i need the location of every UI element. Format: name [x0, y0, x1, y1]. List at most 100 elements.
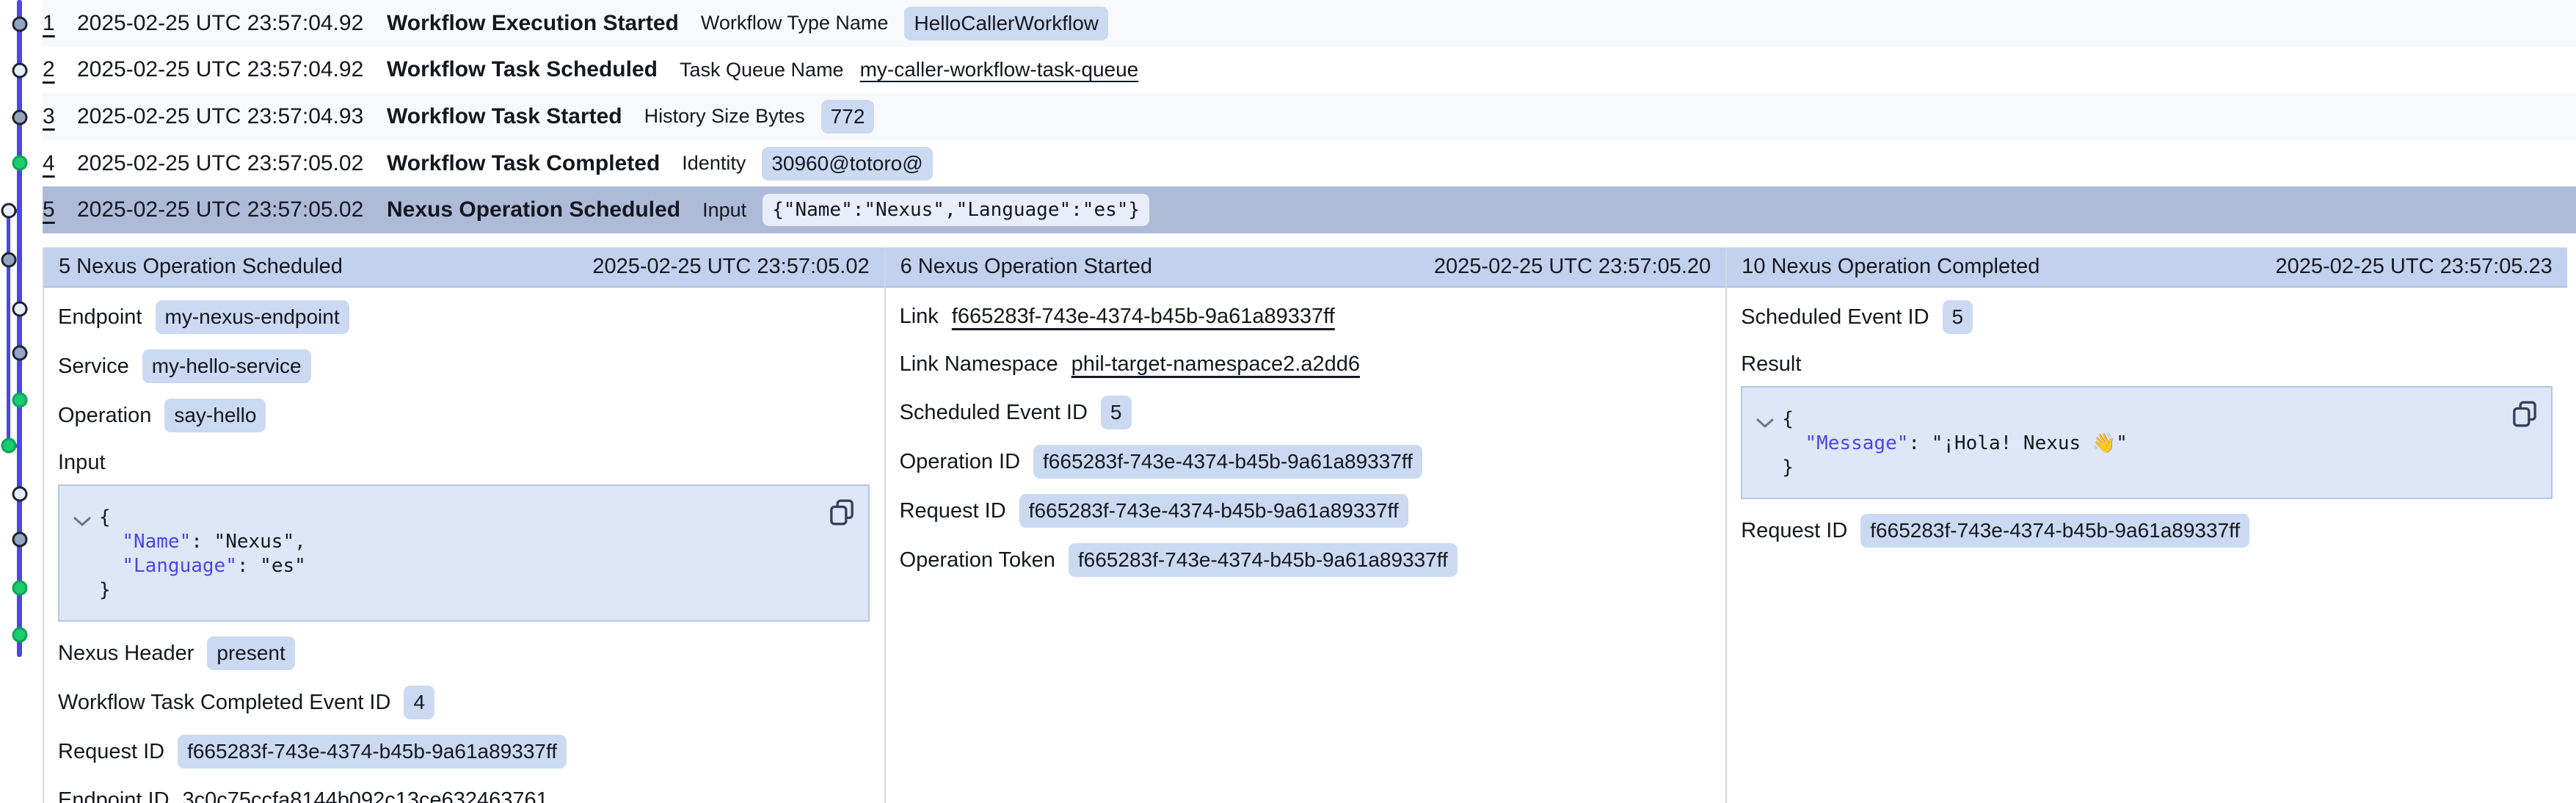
timeline-marker-completed: [12, 581, 27, 596]
panel-field-row: Request IDf665283f-743e-4374-b45b-9a61a8…: [900, 494, 1711, 528]
timeline-marker-started: [1, 252, 16, 268]
panel-title: 5 Nexus Operation Scheduled: [59, 255, 343, 279]
collapse-chevron-icon[interactable]: [73, 515, 92, 528]
event-history-table: 1 2025-02-25 UTC 23:57:04.92 Workflow Ex…: [0, 0, 2576, 233]
field-value-badge: 4: [404, 686, 434, 719]
event-name: Workflow Task Scheduled: [387, 57, 658, 82]
panel-field-input: Input { "Name": "Nexus", "Language": "es…: [58, 448, 870, 622]
event-id-link[interactable]: 1: [43, 11, 77, 36]
event-detail-panel: 10 Nexus Operation Completed 2025-02-25 …: [1725, 247, 2567, 803]
event-row[interactable]: 4 2025-02-25 UTC 23:57:05.02 Workflow Ta…: [0, 140, 2576, 187]
event-id-link[interactable]: 2: [43, 57, 77, 82]
event-timestamp: 2025-02-25 UTC 23:57:05.02: [77, 197, 387, 222]
panel-field-row: Endpointmy-nexus-endpoint: [58, 300, 870, 334]
panel-header: 6 Nexus Operation Started 2025-02-25 UTC…: [886, 247, 1726, 288]
field-label: Operation Token: [900, 548, 1055, 573]
event-attribute-label: History Size Bytes: [644, 105, 805, 128]
copy-icon[interactable]: [827, 498, 856, 527]
timeline-branch-line: [7, 211, 10, 447]
field-value-badge: my-hello-service: [142, 349, 311, 383]
field-value-badge: 5: [1101, 396, 1132, 429]
timeline-marker-completed: [1, 438, 16, 454]
copy-icon[interactable]: [2510, 399, 2539, 429]
event-id-link[interactable]: 5: [43, 197, 77, 222]
event-row[interactable]: 2 2025-02-25 UTC 23:57:04.92 Workflow Ta…: [0, 47, 2576, 94]
event-row-selected[interactable]: 5 2025-02-25 UTC 23:57:05.02 Nexus Opera…: [0, 186, 2576, 233]
panel-field-row: Operation Token f665283f-743e-4374-b45b-9…: [900, 543, 1711, 577]
json-content: { "Message": "¡Hola! Nexus 👋"}: [1782, 407, 2507, 480]
event-row[interactable]: 3 2025-02-25 UTC 23:57:04.93 Workflow Ta…: [0, 93, 2576, 140]
event-attribute-value-badge: 772: [821, 100, 875, 134]
field-value-badge: f665283f-743e-4374-b45b-9a61a89337ff: [1069, 543, 1458, 577]
field-value-badge: f665283f-743e-4374-b45b-9a61a89337ff: [1019, 494, 1408, 528]
event-name: Workflow Execution Started: [387, 11, 679, 36]
field-value-badge: present: [207, 636, 294, 670]
panel-field-row: Endpoint ID3c0c75ccfa8144b092c13ce632463…: [58, 784, 870, 803]
event-id-link[interactable]: 4: [43, 151, 77, 176]
field-label: Request ID: [1741, 519, 1847, 543]
event-attribute-value-badge: {"Name":"Nexus","Language":"es"}: [763, 194, 1149, 226]
timeline-marker-completed: [12, 628, 27, 643]
timeline-marker-scheduled: [12, 487, 27, 502]
timeline-marker-completed: [12, 156, 27, 171]
field-value-link[interactable]: f665283f-743e-4374-b45b-9a61a89337ff: [952, 305, 1335, 329]
field-label: Scheduled Event ID: [900, 401, 1088, 425]
timeline-marker-scheduled: [12, 302, 27, 317]
event-attribute-value-badge: 30960@totoro@: [762, 147, 932, 181]
panel-title: 6 Nexus Operation Started: [900, 255, 1152, 279]
panel-header: 5 Nexus Operation Scheduled 2025-02-25 U…: [44, 247, 884, 288]
field-value-link[interactable]: phil-target-namespace2.a2dd6: [1071, 352, 1360, 377]
json-content: { "Name": "Nexus", "Language": "es"}: [99, 506, 824, 603]
timeline-marker-started: [12, 532, 27, 548]
field-value-badge: f665283f-743e-4374-b45b-9a61a89337ff: [1033, 445, 1422, 479]
event-attribute-label: Workflow Type Name: [701, 12, 889, 34]
timeline-marker-started: [12, 110, 27, 126]
field-label: Link Namespace: [900, 352, 1058, 377]
event-timestamp: 2025-02-25 UTC 23:57:04.92: [77, 11, 387, 36]
panel-field-row: Nexus Header present: [58, 636, 870, 670]
event-attribute-value-badge: HelloCallerWorkflow: [904, 7, 1108, 40]
panel-field-row: Request ID f665283f-743e-4374-b45b-9a61a8…: [58, 735, 870, 769]
event-attribute-label: Task Queue Name: [680, 59, 844, 81]
collapse-chevron-icon[interactable]: [1755, 417, 1775, 429]
panel-field-row: Operation IDf665283f-743e-4374-b45b-9a61…: [900, 445, 1711, 479]
event-id-link[interactable]: 3: [43, 104, 77, 129]
event-attribute-label: Input: [702, 199, 746, 222]
panel-field-row: Scheduled Event ID 5: [900, 396, 1711, 429]
event-detail-panels: 5 Nexus Operation Scheduled 2025-02-25 U…: [43, 247, 2567, 803]
event-attribute-label: Identity: [682, 152, 746, 175]
event-timestamp: 2025-02-25 UTC 23:57:04.93: [77, 104, 387, 129]
field-label: Endpoint: [58, 305, 142, 330]
event-row[interactable]: 1 2025-02-25 UTC 23:57:04.92 Workflow Ex…: [0, 0, 2576, 47]
event-detail-panel: 6 Nexus Operation Started 2025-02-25 UTC…: [884, 247, 1726, 803]
panel-field-row: Servicemy-hello-service: [58, 349, 870, 383]
panel-field-row: Request ID f665283f-743e-4374-b45b-9a61a8…: [1741, 514, 2553, 548]
field-label: Link: [900, 305, 939, 329]
field-value-badge: 5: [1943, 300, 1973, 334]
event-name: Nexus Operation Scheduled: [387, 197, 680, 222]
timeline-marker-started: [12, 346, 27, 361]
field-label: Scheduled Event ID: [1741, 305, 1929, 330]
field-value-badge: f665283f-743e-4374-b45b-9a61a89337ff: [178, 735, 567, 769]
panel-field-row: Link f665283f-743e-4374-b45b-9a61a89337ff: [900, 300, 1711, 333]
panel-field-row: Operationsay-hello: [58, 399, 870, 432]
panel-title: 10 Nexus Operation Completed: [1742, 255, 2040, 279]
field-value-badge: f665283f-743e-4374-b45b-9a61a89337ff: [1860, 514, 2249, 548]
panel-timestamp: 2025-02-25 UTC 23:57:05.23: [2276, 255, 2553, 279]
json-code-block: { "Name": "Nexus", "Language": "es"}: [58, 484, 870, 622]
field-value-badge: say-hello: [164, 399, 266, 432]
panel-body: Link f665283f-743e-4374-b45b-9a61a89337ff…: [886, 288, 1726, 577]
event-attribute-value-link[interactable]: my-caller-workflow-task-queue: [860, 58, 1139, 81]
field-label: Nexus Header: [58, 642, 194, 666]
panel-header: 10 Nexus Operation Completed 2025-02-25 …: [1727, 247, 2567, 288]
timeline-marker-started: [12, 17, 27, 32]
field-value-link[interactable]: 3c0c75ccfa8144b092c13ce632463761: [183, 788, 548, 803]
timeline-marker-scheduled: [12, 63, 27, 79]
field-label: Input: [58, 448, 856, 477]
field-label: Request ID: [58, 740, 164, 764]
panel-field-row: Workflow Task Completed Event ID4: [58, 686, 870, 719]
event-timestamp: 2025-02-25 UTC 23:57:04.92: [77, 57, 387, 82]
panel-timestamp: 2025-02-25 UTC 23:57:05.20: [1434, 255, 1711, 279]
panel-field-result: Result { "Message": "¡Hola! Nexus 👋"}: [1741, 349, 2553, 499]
event-name: Workflow Task Started: [387, 104, 622, 129]
